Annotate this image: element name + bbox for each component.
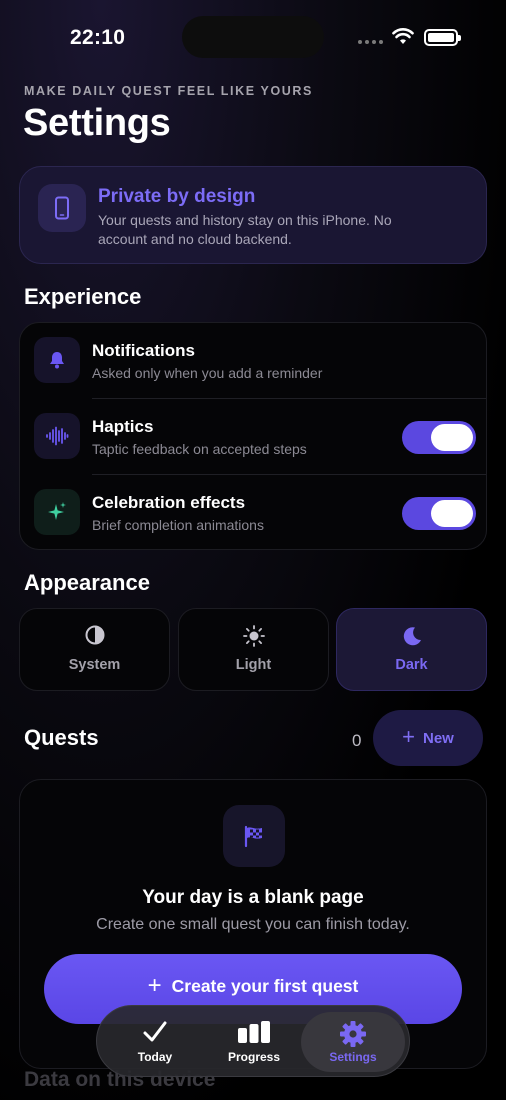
flag-checkered-icon [223, 805, 285, 867]
celebration-sub: Brief completion animations [92, 517, 264, 533]
tab-progress[interactable]: Progress [202, 1012, 306, 1072]
bell-icon [34, 337, 80, 383]
sun-icon [179, 625, 328, 647]
quest-count: 0 [352, 731, 362, 750]
tab-label: Settings [329, 1050, 377, 1064]
moon-icon [337, 625, 486, 647]
appearance-option-label: Light [235, 657, 272, 673]
page-title: Settings [23, 102, 171, 144]
empty-state-subtitle: Create one small quest you can finish to… [96, 916, 410, 933]
checkmark-icon [103, 1020, 207, 1044]
new-quest-button[interactable]: + New [373, 710, 483, 766]
tab-settings[interactable]: Settings [301, 1012, 405, 1072]
bar-chart-icon [202, 1020, 306, 1044]
haptics-toggle[interactable] [402, 421, 476, 454]
gear-icon [301, 1020, 405, 1048]
toggle-knob [431, 500, 473, 527]
haptics-row: Haptics Taptic feedback on accepted step… [20, 399, 488, 475]
plus-icon: + [147, 972, 162, 999]
new-quest-label: New [423, 729, 454, 747]
battery-icon [424, 29, 461, 46]
appearance-option-dark[interactable]: Dark [336, 608, 487, 691]
tab-bar: Today Progress Settings [96, 1005, 410, 1077]
settings-screen: 22:10 MAKE DAILY QUEST FEEL LIKE YOURS S… [0, 0, 506, 1100]
circle-half-icon [20, 625, 169, 645]
page-eyebrow: MAKE DAILY QUEST FEEL LIKE YOURS [24, 84, 313, 98]
cellular-signal-icon [358, 40, 383, 44]
appearance-option-label: System [68, 657, 121, 673]
notifications-label: Notifications [92, 341, 195, 360]
appearance-option-light[interactable]: Light [178, 608, 329, 691]
quests-section-title: Quests [24, 725, 99, 750]
haptics-sub: Taptic feedback on accepted steps [92, 441, 307, 457]
plus-icon: + [402, 724, 415, 749]
celebration-label: Celebration effects [92, 493, 246, 512]
appearance-section-title: Appearance [24, 570, 150, 595]
wifi-icon [392, 28, 414, 44]
status-time: 22:10 [70, 26, 126, 49]
experience-section-title: Experience [24, 284, 142, 309]
tab-label: Progress [227, 1050, 281, 1064]
notifications-row[interactable]: Notifications Asked only when you add a … [20, 323, 488, 399]
create-first-quest-label: Create your first quest [171, 976, 359, 996]
privacy-card: Private by design Your quests and histor… [19, 166, 487, 264]
appearance-option-label: Dark [395, 657, 428, 673]
dynamic-island [182, 16, 324, 58]
notifications-sub: Asked only when you add a reminder [92, 365, 323, 381]
experience-card: Notifications Asked only when you add a … [19, 322, 487, 550]
privacy-description: Your quests and history stay on this iPh… [98, 212, 392, 247]
empty-state-title: Your day is a blank page [142, 887, 364, 908]
tab-label: Today [137, 1050, 173, 1064]
iphone-icon [38, 184, 86, 232]
haptics-label: Haptics [92, 417, 154, 436]
sparkles-icon [34, 489, 80, 535]
privacy-title: Private by design [98, 186, 256, 207]
tab-today[interactable]: Today [103, 1012, 207, 1072]
celebration-row: Celebration effects Brief completion ani… [20, 475, 488, 551]
appearance-option-system[interactable]: System [19, 608, 170, 691]
toggle-knob [431, 424, 473, 451]
celebration-toggle[interactable] [402, 497, 476, 530]
status-bar: 22:10 [0, 0, 506, 76]
waveform-icon [34, 413, 80, 459]
